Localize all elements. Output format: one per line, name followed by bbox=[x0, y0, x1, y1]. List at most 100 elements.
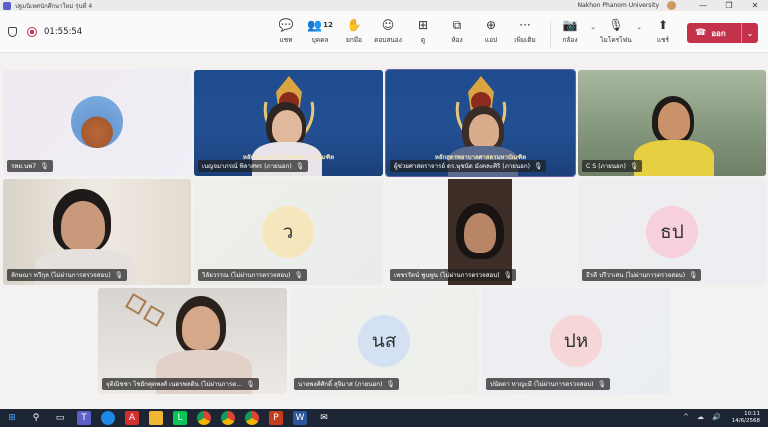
powerpoint-icon[interactable]: P bbox=[269, 411, 283, 425]
mic-muted-icon: 🎙 bbox=[629, 162, 639, 170]
react-button[interactable]: ☺ ตอบสนอง bbox=[368, 15, 408, 51]
participant-nameplate: ปนัดดา หาญะมี (ไม่ผ่านการตรวจสอบ) 🎙 bbox=[486, 378, 610, 390]
shield-icon[interactable] bbox=[8, 27, 17, 37]
maximize-button[interactable]: ❐ bbox=[716, 1, 742, 10]
mic-button[interactable]: 🎙 ไมโครโฟน ⌄ bbox=[596, 15, 642, 51]
close-window-button[interactable]: ✕ bbox=[742, 1, 768, 10]
participant-nameplate: เบญจมาภรณ์ พิลาสพร (ภายนอก) 🎙 bbox=[198, 160, 309, 172]
file-explorer-icon[interactable] bbox=[149, 411, 163, 425]
mic-options-chevron-icon[interactable]: ⌄ bbox=[636, 23, 642, 31]
title-bar: ปฐมนิเทศนักศึกษาใหม่ รุ่นที่ 4 Nakhon Ph… bbox=[0, 0, 768, 11]
clock-date: 14/6/2568 bbox=[731, 418, 760, 424]
acrobat-icon[interactable]: A bbox=[125, 411, 139, 425]
participant-tile[interactable]: C S (ภายนอก) 🎙 bbox=[578, 70, 766, 176]
participant-name: เพชรรัตน์ พูนพูน (ไม่ผ่านการตรวจสอบ) bbox=[394, 272, 500, 279]
org-name: Nakhon Phanom University bbox=[577, 2, 659, 9]
mic-off-icon: 🎙 bbox=[608, 18, 624, 32]
participant-name: C S (ภายนอก) bbox=[586, 163, 626, 170]
participant-name: เบญจมาภรณ์ พิลาสพร (ภายนอก) bbox=[202, 163, 292, 170]
participant-name: จุติณิชชา ไชยักคุดพงศ์ เนตรพลดิน (ไม่ผ่า… bbox=[106, 381, 243, 388]
participant-tile[interactable]: ลักษณา ทวีกุล (ไม่ผ่านการตรวจสอบ) 🎙 bbox=[3, 179, 191, 285]
participant-tile[interactable]: ว วิลัยวรรณ (ไม่ผ่านการตรวจสอบ) 🎙 bbox=[194, 179, 383, 285]
windows-taskbar: ⊞ ⚲ ▭ T A L P W ✉ ^ ☁ 🔊 10:11 14/6/2568 bbox=[0, 409, 768, 427]
participant-name: ลักษณา ทวีกุล (ไม่ผ่านการตรวจสอบ) bbox=[11, 272, 111, 279]
word-icon[interactable]: W bbox=[293, 411, 307, 425]
participant-nameplate: จุติณิชชา ไชยักคุดพงศ์ เนตรพลดิน (ไม่ผ่า… bbox=[102, 378, 259, 390]
participant-nameplate: ลักษณา ทวีกุล (ไม่ผ่านการตรวจสอบ) 🎙 bbox=[7, 269, 127, 281]
more-label: เพิ่มเติม bbox=[514, 36, 536, 44]
meeting-timer: 01:55:54 bbox=[44, 27, 83, 37]
participant-initials-avatar: ว bbox=[262, 206, 314, 258]
minimize-button[interactable]: — bbox=[690, 1, 716, 10]
participant-name: รพย.นพ7 bbox=[11, 163, 37, 170]
share-button[interactable]: ⬆ แชร์ bbox=[643, 15, 683, 51]
participant-tile[interactable]: จุติณิชชา ไชยักคุดพงศ์ เนตรพลดิน (ไม่ผ่า… bbox=[98, 288, 287, 394]
chrome-icon[interactable] bbox=[245, 411, 259, 425]
teams-logo-icon bbox=[3, 1, 11, 10]
recording-icon bbox=[27, 27, 37, 37]
participant-name: วิลัยวรรณ (ไม่ผ่านการตรวจสอบ) bbox=[202, 272, 291, 279]
mic-muted-icon: 🎙 bbox=[246, 380, 255, 388]
mail-icon[interactable]: ✉ bbox=[317, 411, 331, 425]
camera-button[interactable]: 📷 กล้อง ⌄ bbox=[550, 15, 597, 51]
raise-hand-label: ยกมือ bbox=[346, 36, 362, 44]
view-label: ดู bbox=[420, 36, 426, 44]
participant-tile[interactable]: รพย.นพ7 🎙 bbox=[3, 70, 191, 176]
clock-time: 10:11 bbox=[744, 411, 760, 417]
mic-muted-icon: 🎙 bbox=[386, 380, 395, 388]
participant-nameplate: ผู้ช่วยศาสตราจารย์ ดร.ษุชนัด มังคละศิริ … bbox=[390, 160, 547, 172]
participant-initials-avatar: นส bbox=[358, 315, 410, 367]
video-gallery: รพย.นพ7 🎙 หลักสูตรพยาบาลศาสตรมหาบัณฑิต เบ… bbox=[0, 54, 768, 409]
view-icon: ⊞ bbox=[417, 18, 429, 32]
participant-tile[interactable]: นส นายพงศ์ศักดิ์ สุจิมาส (ภายนอก) 🎙 bbox=[290, 288, 479, 394]
participant-tile-speaking[interactable]: หลักสูตรพยาบาลศาสตรมหาบัณฑิต ผู้ช่วยศาสต… bbox=[385, 69, 576, 177]
participant-nameplate: C S (ภายนอก) 🎙 bbox=[582, 160, 643, 172]
apps-icon: ⊕ bbox=[485, 18, 497, 32]
mic-label: ไมโครโฟน bbox=[600, 36, 632, 44]
mic-muted-icon: 🎙 bbox=[534, 162, 543, 170]
taskbar-clock[interactable]: 10:11 14/6/2568 bbox=[732, 411, 760, 425]
line-app-icon[interactable]: L bbox=[173, 411, 187, 425]
teams-app-icon[interactable]: T bbox=[77, 411, 91, 425]
chat-icon: 💬 bbox=[278, 18, 294, 32]
participant-tile[interactable]: หลักสูตรพยาบาลศาสตรมหาบัณฑิต เบญจมาภรณ์ … bbox=[194, 70, 383, 176]
people-label: บุคคล bbox=[311, 36, 329, 44]
task-view-icon[interactable]: ▭ bbox=[53, 411, 67, 425]
react-label: ตอบสนอง bbox=[374, 36, 402, 44]
participant-nameplate: นายพงศ์ศักดิ์ สุจิมาส (ภายนอก) 🎙 bbox=[294, 378, 399, 390]
rooms-label: ห้อง bbox=[451, 36, 463, 44]
meeting-toolbar: 01:55:54 💬 แชท 👥 12 บุคคล ✋ ยกมือ ☺ ตอบสน… bbox=[0, 11, 768, 53]
mic-muted-icon: 🎙 bbox=[114, 271, 123, 279]
windows-start-icon[interactable]: ⊞ bbox=[5, 411, 19, 425]
profile-avatar[interactable] bbox=[667, 1, 676, 10]
share-icon: ⬆ bbox=[657, 18, 669, 32]
mic-muted-icon: 🎙 bbox=[597, 380, 606, 388]
participant-name: ปนัดดา หาญะมี (ไม่ผ่านการตรวจสอบ) bbox=[490, 381, 594, 388]
search-icon[interactable]: ⚲ bbox=[29, 411, 43, 425]
participant-tile[interactable]: เพชรรัตน์ พูนพูน (ไม่ผ่านการตรวจสอบ) 🎙 bbox=[386, 179, 575, 285]
chrome-icon[interactable] bbox=[197, 411, 211, 425]
more-icon: ··· bbox=[519, 18, 531, 32]
people-icon: 👥 12 bbox=[307, 18, 333, 32]
participant-tile[interactable]: ปห ปนัดดา หาญะมี (ไม่ผ่านการตรวจสอบ) 🎙 bbox=[482, 288, 671, 394]
mic-muted-icon: 🎙 bbox=[503, 271, 512, 279]
window-title: ปฐมนิเทศนักศึกษาใหม่ รุ่นที่ 4 bbox=[15, 2, 93, 10]
camera-off-icon: 📷 bbox=[562, 18, 578, 32]
edge-browser-icon[interactable] bbox=[101, 411, 115, 425]
apps-label: แอป bbox=[484, 36, 498, 44]
mic-muted-icon: 🎙 bbox=[295, 162, 305, 170]
chrome-icon[interactable] bbox=[221, 411, 235, 425]
leave-button[interactable]: ☎ ออก ⌄ bbox=[687, 23, 758, 43]
participant-name: ผู้ช่วยศาสตราจารย์ ดร.ษุชนัด มังคละศิริ … bbox=[394, 163, 531, 170]
leave-options-chevron-icon[interactable]: ⌄ bbox=[742, 29, 758, 38]
participant-tile[interactable]: ธป ธีรดี ปรีวาเสน (ไม่ผ่านการตรวจสอบ) 🎙 bbox=[578, 179, 766, 285]
participant-nameplate: ธีรดี ปรีวาเสน (ไม่ผ่านการตรวจสอบ) 🎙 bbox=[582, 269, 702, 281]
chat-label: แชท bbox=[279, 36, 293, 44]
more-button[interactable]: ··· เพิ่มเติม bbox=[505, 15, 545, 51]
react-icon: ☺ bbox=[381, 18, 395, 32]
hang-up-icon: ☎ bbox=[695, 28, 707, 38]
system-tray[interactable]: ^ ☁ 🔊 bbox=[683, 413, 724, 421]
participant-name: นายพงศ์ศักดิ์ สุจิมาส (ภายนอก) bbox=[298, 381, 383, 388]
participant-count: 12 bbox=[323, 20, 333, 29]
share-label: แชร์ bbox=[656, 36, 670, 44]
